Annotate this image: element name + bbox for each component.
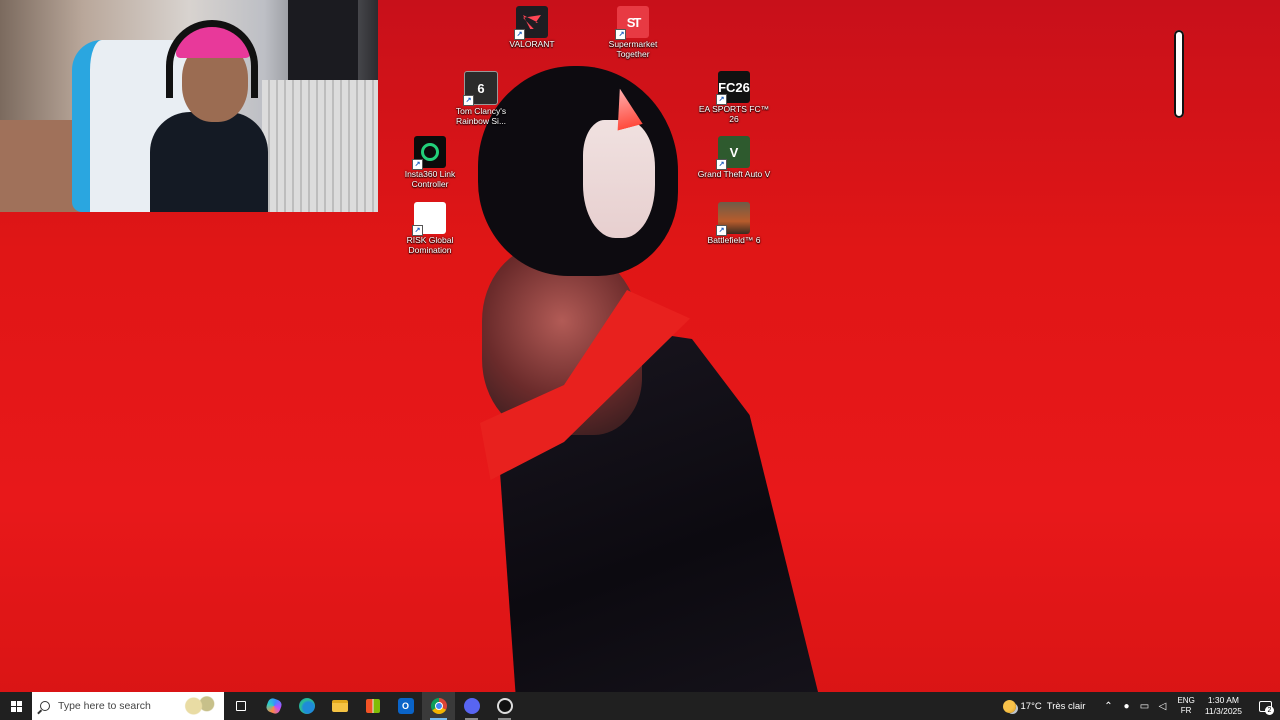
desktop-icon-label: Supermarket Together	[608, 39, 658, 59]
weather-condition: Très clair	[1046, 700, 1086, 712]
webcam-radiator	[262, 80, 378, 212]
supermarket-together-glyph: ST	[626, 14, 642, 30]
desktop-icon-label: Insta360 Link Controller	[404, 169, 456, 189]
risk-icon: R ↗	[412, 202, 446, 236]
desktop-icon-label: EA SPORTS FC™ 26	[698, 104, 770, 124]
webcam-headset	[166, 20, 258, 98]
insta360-icon: ↗	[412, 136, 446, 170]
shortcut-arrow-icon: ↗	[514, 29, 525, 40]
desktop-icon-supermarket-together[interactable]: ST ↗ Supermarket Together	[596, 6, 670, 59]
notification-count: 2	[1265, 706, 1274, 715]
chevron-up-icon[interactable]: ⌃	[1102, 700, 1114, 712]
valorant-icon: ↗	[514, 6, 548, 40]
supermarket-together-icon: ST ↗	[615, 6, 649, 40]
clock-date: 11/3/2025	[1204, 706, 1242, 716]
taskbar-edge[interactable]	[290, 692, 323, 720]
windows-logo-icon	[10, 700, 22, 712]
microphone-icon[interactable]: ●	[1120, 700, 1132, 712]
desktop-icon-risk[interactable]: R ↗ RISK Global Domination	[393, 202, 467, 255]
desktop-icon-insta360[interactable]: ↗ Insta360 Link Controller	[393, 136, 467, 189]
taskbar-outlook[interactable]: O	[389, 692, 422, 720]
rainbow-six-icon: 6 ↗	[463, 71, 498, 106]
rainbow-six-glyph: 6	[477, 80, 485, 96]
risk-glyph: R	[425, 210, 435, 226]
webcam-overlay	[0, 0, 378, 212]
weather-temp: 17°C	[1020, 700, 1042, 712]
language-indicator[interactable]: ENG FR	[1177, 696, 1194, 716]
taskbar-discord[interactable]	[455, 692, 488, 720]
desktop-icon-label: RISK Global Domination	[406, 235, 454, 255]
task-view-icon	[235, 701, 246, 711]
taskbar-copilot[interactable]	[257, 692, 290, 720]
notification-center-button[interactable]: 2	[1250, 692, 1280, 720]
system-tray: 17°C Très clair ⌃ ● ▭ ◁ ENG FR 1:30 AM 1…	[1002, 692, 1280, 720]
desktop-icon-gta-v[interactable]: V ↗ Grand Theft Auto V	[697, 136, 771, 180]
search-highlight-icon	[176, 695, 220, 717]
chrome-icon	[430, 698, 447, 714]
weather-widget[interactable]: 17°C Très clair	[1002, 699, 1086, 713]
copilot-icon	[264, 697, 283, 715]
gta-v-icon: V ↗	[716, 136, 750, 170]
battlefield-6-icon: ↗	[716, 202, 750, 236]
webcam-curtain	[288, 0, 358, 80]
shortcut-arrow-icon: ↗	[716, 225, 727, 236]
file-explorer-icon	[331, 700, 348, 712]
edge-icon	[298, 698, 315, 714]
taskbar-task-view[interactable]	[224, 692, 257, 720]
shortcut-arrow-icon: ↗	[716, 159, 727, 170]
ea-sports-fc-icon: FC26 ↗	[716, 71, 750, 105]
taskbar: Type here to search O 17°C Très clair ⌃ …	[0, 692, 1280, 720]
taskbar-obs[interactable]	[488, 692, 521, 720]
desktop-icon-label: VALORANT	[509, 39, 555, 49]
wallpaper-face	[583, 120, 655, 238]
desktop-icon-rainbow-six[interactable]: 6 ↗ Tom Clancy's Rainbow Si...	[444, 71, 518, 126]
shortcut-arrow-icon: ↗	[412, 225, 423, 236]
desktop-icon-label: Tom Clancy's Rainbow Si...	[455, 106, 507, 126]
desktop-icon-label: Grand Theft Auto V	[697, 169, 771, 179]
shortcut-arrow-icon: ↗	[412, 159, 423, 170]
start-button[interactable]	[0, 692, 32, 720]
volume-icon[interactable]: ◁	[1156, 700, 1168, 712]
desktop-icon-battlefield-6[interactable]: ↗ Battlefield™ 6	[697, 202, 771, 246]
clock-time: 1:30 AM	[1207, 695, 1239, 705]
outlook-icon: O	[397, 698, 414, 714]
shortcut-arrow-icon: ↗	[615, 29, 626, 40]
taskbar-search-box[interactable]: Type here to search	[32, 692, 224, 720]
weather-sun-icon	[1002, 699, 1016, 713]
taskbar-file-explorer[interactable]	[323, 692, 356, 720]
discord-icon	[463, 698, 480, 714]
microsoft-store-icon	[365, 699, 380, 713]
shortcut-arrow-icon: ↗	[463, 95, 474, 106]
clock[interactable]: 1:30 AM 11/3/2025	[1205, 695, 1242, 717]
ea-sports-fc-glyph: FC26	[718, 79, 750, 95]
language-top: ENG	[1177, 696, 1195, 705]
search-icon	[40, 701, 50, 711]
taskbar-microsoft-store[interactable]	[356, 692, 389, 720]
desktop-icon-ea-sports-fc[interactable]: FC26 ↗ EA SPORTS FC™ 26	[697, 71, 771, 124]
network-icon[interactable]: ▭	[1138, 700, 1150, 712]
shortcut-arrow-icon: ↗	[716, 94, 727, 105]
webcam-person-body	[150, 112, 268, 212]
desktop-icon-label: Battlefield™ 6	[707, 235, 761, 245]
search-placeholder: Type here to search	[58, 700, 151, 712]
gta-v-glyph: V	[729, 144, 739, 160]
floating-widget-handle[interactable]	[1174, 30, 1184, 118]
desktop-icon-valorant[interactable]: ↗ VALORANT	[495, 6, 569, 50]
language-bottom: FR	[1180, 706, 1192, 715]
taskbar-chrome[interactable]	[422, 692, 455, 720]
obs-icon	[496, 698, 513, 714]
